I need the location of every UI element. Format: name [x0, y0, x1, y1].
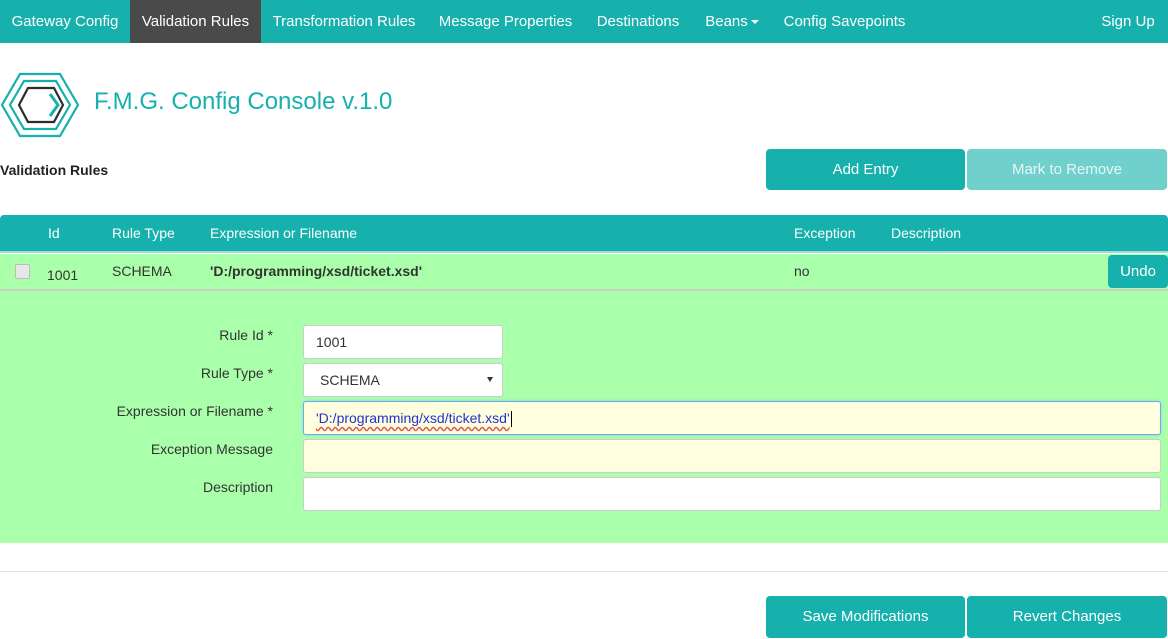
section-title: Validation Rules — [0, 162, 109, 178]
nav-gateway-config[interactable]: Gateway Config — [0, 0, 130, 43]
rule-type-select[interactable]: SCHEMA — [303, 363, 503, 397]
caret-down-icon — [750, 20, 759, 25]
edit-form-panel: Rule Id * 1001 Rule Type * SCHEMA Expres… — [0, 291, 1168, 543]
col-exception: Exception — [794, 225, 856, 241]
hexagon-chevron-logo-icon — [0, 72, 80, 138]
row-id: 1001 — [47, 267, 79, 283]
select-arrow-icon — [487, 377, 493, 382]
app-title: F.M.G. Config Console v.1.0 — [94, 88, 393, 115]
rule-type-label: Rule Type * — [200, 365, 273, 381]
expression-label: Expression or Filename * — [116, 403, 273, 419]
expression-input-value: 'D:/programming/xsd/ticket.xsd' — [316, 410, 510, 426]
col-description: Description — [891, 225, 962, 241]
rule-type-selected-value: SCHEMA — [320, 372, 380, 388]
nav-transformation-rules[interactable]: Transformation Rules — [261, 0, 427, 43]
nav-message-properties[interactable]: Message Properties — [427, 0, 584, 43]
row-select-checkbox[interactable] — [15, 264, 30, 279]
nav-beans-label: Beans — [705, 13, 748, 30]
nav-beans-dropdown[interactable]: Beans — [692, 0, 772, 43]
table-row[interactable]: 1001 SCHEMA 'D:/programming/xsd/ticket.x… — [0, 254, 1168, 291]
top-navbar: Gateway Config Validation Rules Transfor… — [0, 0, 1168, 43]
revert-changes-button[interactable]: Revert Changes — [967, 596, 1167, 638]
text-cursor — [510, 411, 512, 428]
exception-message-label: Exception Message — [150, 441, 273, 457]
col-id: Id — [48, 225, 60, 241]
row-expression: 'D:/programming/xsd/ticket.xsd' — [210, 263, 423, 279]
col-rule-type: Rule Type — [112, 225, 175, 241]
expression-input[interactable]: 'D:/programming/xsd/ticket.xsd' — [303, 401, 1161, 435]
row-rule-type: SCHEMA — [112, 263, 172, 279]
rule-id-label: Rule Id * — [219, 327, 273, 343]
exception-message-input[interactable] — [303, 439, 1161, 473]
rule-id-input[interactable]: 1001 — [303, 325, 503, 359]
description-input[interactable] — [303, 477, 1161, 511]
nav-config-savepoints[interactable]: Config Savepoints — [772, 0, 917, 43]
table-header: Id Rule Type Expression or Filename Exce… — [0, 215, 1168, 253]
footer-divider — [0, 571, 1168, 572]
save-modifications-button[interactable]: Save Modifications — [766, 596, 965, 638]
nav-validation-rules[interactable]: Validation Rules — [130, 0, 261, 43]
description-label: Description — [202, 479, 273, 495]
nav-sign-up[interactable]: Sign Up — [1088, 0, 1168, 43]
nav-destinations[interactable]: Destinations — [584, 0, 692, 43]
row-exception: no — [794, 263, 810, 279]
mark-to-remove-button[interactable]: Mark to Remove — [967, 149, 1167, 190]
add-entry-button[interactable]: Add Entry — [766, 149, 965, 190]
undo-button[interactable]: Undo — [1108, 255, 1168, 288]
col-expression: Expression or Filename — [210, 225, 358, 241]
